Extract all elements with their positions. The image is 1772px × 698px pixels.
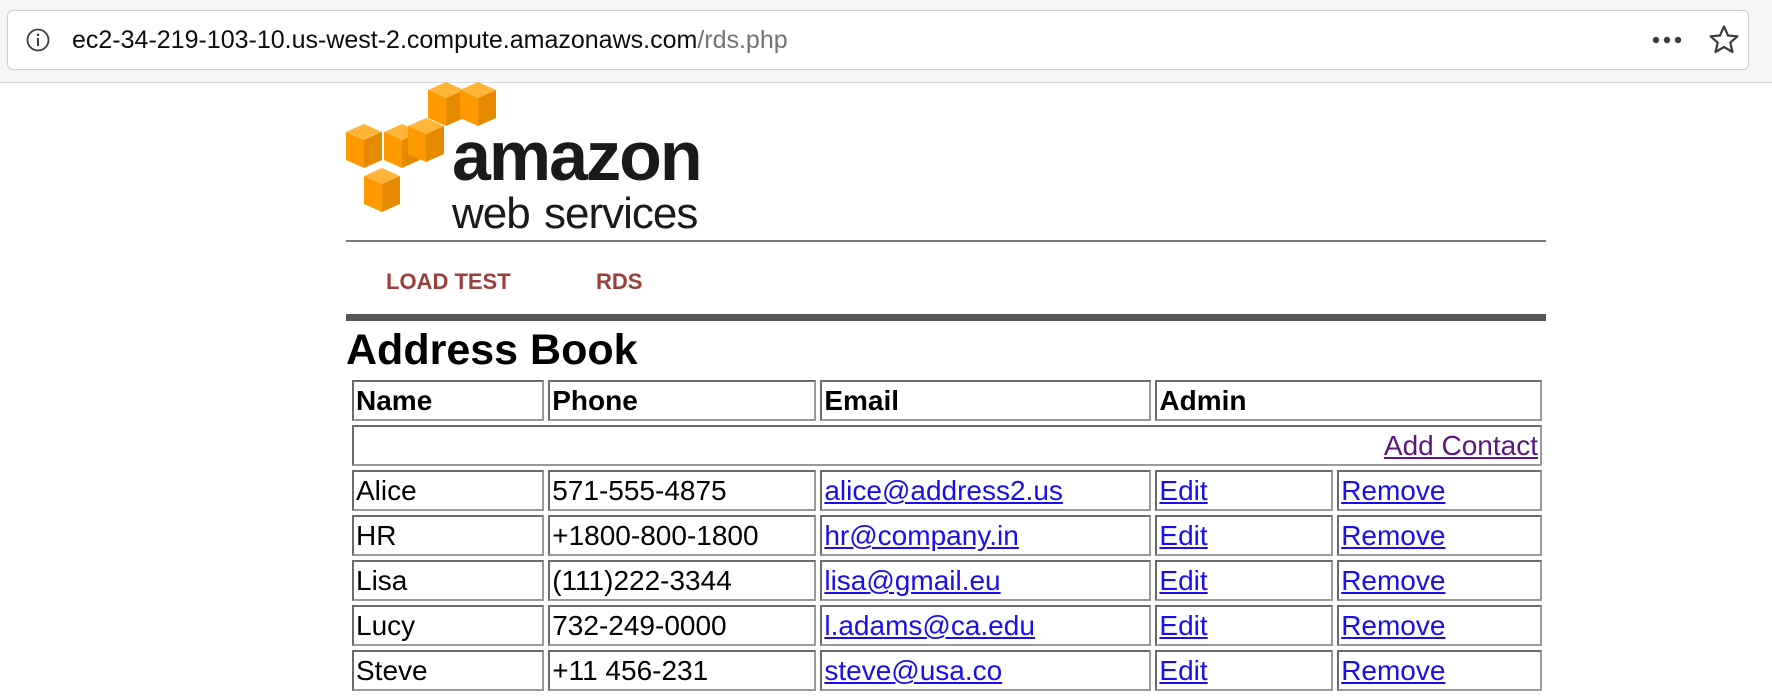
contact-name: Lucy [352,605,545,646]
column-header-phone: Phone [548,380,817,421]
contact-phone: 571-555-4875 [548,470,817,511]
logo-word-amazon: amazon [452,117,701,195]
edit-cell: Edit [1155,560,1334,601]
aws-logo: amazon web services [346,82,703,234]
remove-cell: Remove [1337,470,1542,511]
remove-link[interactable]: Remove [1341,610,1445,641]
remove-link[interactable]: Remove [1341,520,1445,551]
remove-cell: Remove [1337,560,1542,601]
nav-link-rds[interactable]: RDS [596,266,642,298]
browser-toolbar: ec2-34-219-103-10.us-west-2.compute.amaz… [0,0,1772,83]
column-header-admin: Admin [1155,380,1542,421]
contact-phone: +11 456-231 [548,650,817,691]
edit-cell: Edit [1155,650,1334,691]
page-title: Address Book [346,326,638,374]
contact-name: Alice [352,470,545,511]
table-row: Lisa (111)222-3344 lisa@gmail.eu Edit Re… [352,560,1542,601]
bookmark-star-icon[interactable] [1708,24,1740,56]
contact-email-cell: lisa@gmail.eu [820,560,1152,601]
remove-link[interactable]: Remove [1341,475,1445,506]
top-nav: LOAD TEST RDS [386,266,642,298]
remove-cell: Remove [1337,515,1542,556]
remove-cell: Remove [1337,605,1542,646]
table-row: Lucy 732-249-0000 l.adams@ca.edu Edit Re… [352,605,1542,646]
page-actions-menu-icon[interactable] [1650,25,1684,55]
logo-word-web: web [451,189,530,234]
edit-link[interactable]: Edit [1159,655,1207,686]
edit-cell: Edit [1155,515,1334,556]
logo-word-services: services [544,189,697,234]
table-row: HR +1800-800-1800 hr@company.in Edit Rem… [352,515,1542,556]
contact-email-link[interactable]: hr@company.in [824,520,1018,551]
edit-link[interactable]: Edit [1159,520,1207,551]
edit-link[interactable]: Edit [1159,565,1207,596]
contact-name: Steve [352,650,545,691]
contact-email-cell: steve@usa.co [820,650,1152,691]
contact-email-link[interactable]: l.adams@ca.edu [824,610,1035,641]
contact-phone: 732-249-0000 [548,605,817,646]
contact-phone: +1800-800-1800 [548,515,817,556]
url-path: /rds.php [697,26,788,54]
column-header-name: Name [352,380,545,421]
contact-email-cell: l.adams@ca.edu [820,605,1152,646]
contact-email-link[interactable]: lisa@gmail.eu [824,565,1000,596]
divider-thin [346,240,1546,242]
edit-cell: Edit [1155,470,1334,511]
url-host: ec2-34-219-103-10.us-west-2.compute.amaz… [72,26,698,54]
contact-phone: (111)222-3344 [548,560,817,601]
edit-cell: Edit [1155,605,1334,646]
remove-link[interactable]: Remove [1341,655,1445,686]
address-book-table: Name Phone Email Admin Add Contact Alice… [348,376,1546,695]
add-contact-row: Add Contact [352,425,1542,466]
add-contact-cell: Add Contact [352,425,1542,466]
info-icon[interactable] [26,28,50,52]
edit-link[interactable]: Edit [1159,610,1207,641]
contact-email-cell: hr@company.in [820,515,1152,556]
nav-link-load-test[interactable]: LOAD TEST [386,266,596,298]
contact-email-cell: alice@address2.us [820,470,1152,511]
contact-email-link[interactable]: alice@address2.us [824,475,1063,506]
table-row: Alice 571-555-4875 alice@address2.us Edi… [352,470,1542,511]
remove-cell: Remove [1337,650,1542,691]
column-header-email: Email [820,380,1152,421]
contact-name: HR [352,515,545,556]
table-header-row: Name Phone Email Admin [352,380,1542,421]
table-row: Steve +11 456-231 steve@usa.co Edit Remo… [352,650,1542,691]
contact-name: Lisa [352,560,545,601]
address-bar[interactable]: ec2-34-219-103-10.us-west-2.compute.amaz… [7,10,1749,70]
contact-email-link[interactable]: steve@usa.co [824,655,1002,686]
divider-thick [346,314,1546,321]
add-contact-link[interactable]: Add Contact [1384,430,1538,461]
remove-link[interactable]: Remove [1341,565,1445,596]
url-text[interactable]: ec2-34-219-103-10.us-west-2.compute.amaz… [72,22,788,58]
edit-link[interactable]: Edit [1159,475,1207,506]
